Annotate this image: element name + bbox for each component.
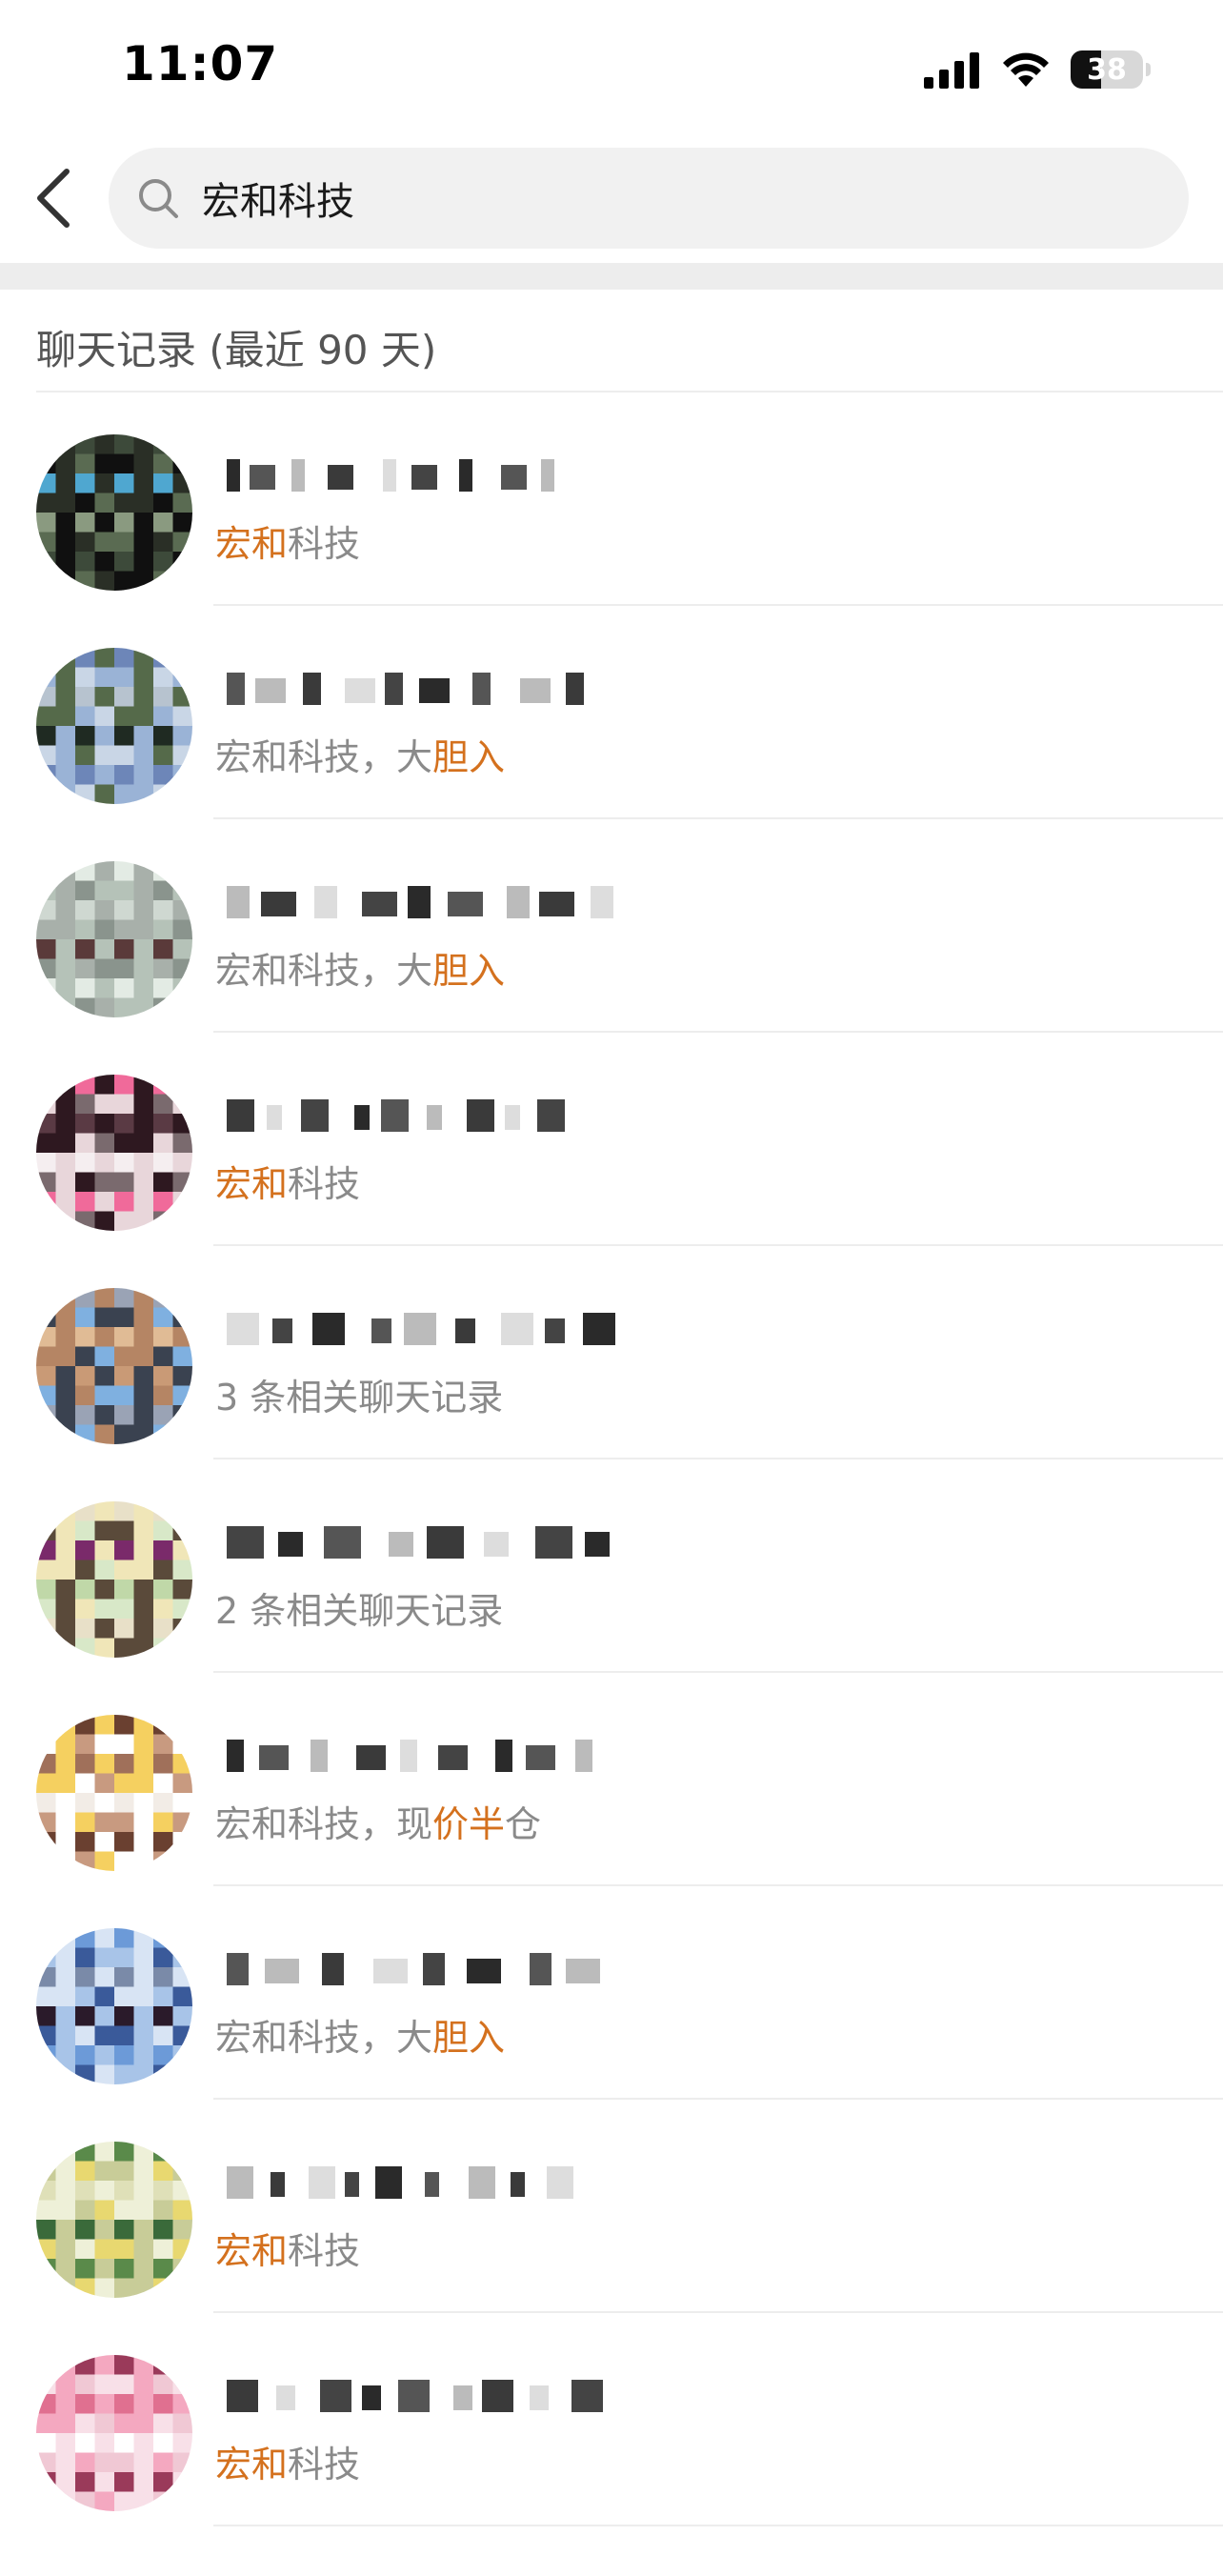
battery-icon: 38 [1071,50,1151,89]
avatar [36,1288,192,1444]
contact-name-redacted [227,886,613,918]
message-snippet: 宏和科技 [215,523,361,565]
message-snippet: 2 条相关聊天记录 [215,1590,504,1632]
section-title: 聊天记录 (最近 90 天) [36,327,437,373]
list-item[interactable]: 3 条相关聊天记录 [0,1246,1223,1459]
contact-name-redacted [227,459,554,492]
list-item[interactable]: 宏和科技 [0,1033,1223,1246]
search-query[interactable]: 宏和科技 [202,171,354,226]
list-item[interactable]: 宏和科技，大胆入 [0,1886,1223,2100]
list-item[interactable]: 宏和科技 [0,392,1223,606]
signal-icon [924,52,979,89]
status-bar: 11:07 38 [0,0,1223,133]
contact-name-redacted [227,1953,600,1985]
message-snippet: 宏和科技 [215,2230,361,2272]
list-item[interactable]: 宏和科技 [0,2100,1223,2313]
status-icons: 38 [924,46,1151,93]
avatar [36,648,192,804]
wifi-icon [1003,52,1049,87]
avatar [36,861,192,1017]
avatar [36,1501,192,1658]
message-snippet: 宏和科技 [215,1163,361,1205]
list-item[interactable]: 宏和科技，大胆入 [0,606,1223,819]
avatar [36,2355,192,2511]
avatar [36,2142,192,2298]
avatar [36,1715,192,1871]
list-item[interactable]: 宏和科技，大胆入 [0,819,1223,1033]
list-item[interactable]: 宏和科技 [0,2313,1223,2526]
list-item[interactable]: 2 条相关聊天记录 [0,1459,1223,1673]
contact-name-redacted [227,1313,615,1345]
avatar [36,434,192,591]
message-snippet: 宏和科技 [215,2444,361,2485]
message-snippet: 3 条相关聊天记录 [215,1377,504,1419]
back-button[interactable] [29,164,82,232]
search-input[interactable]: 宏和科技 [109,148,1189,249]
message-snippet: 宏和科技，大胆入 [215,2017,506,2059]
contact-name-redacted [227,1526,610,1559]
search-icon [139,179,178,218]
contact-name-redacted [227,2380,603,2412]
message-snippet: 宏和科技，现价半仓 [215,1803,542,1845]
avatar [36,1928,192,2084]
contact-name-redacted [227,1740,592,1772]
result-list: 宏和科技 宏和科技，大胆入 宏和科技，大胆入 宏和科技 3 条相关聊天记录 2 条相关聊天… [0,392,1223,2526]
message-snippet: 宏和科技，大胆入 [215,736,506,778]
status-time: 11:07 [122,36,279,91]
battery-level: 38 [1087,52,1127,87]
avatar [36,1075,192,1231]
contact-name-redacted [227,2166,573,2199]
contact-name-redacted [227,1099,565,1132]
divider [0,263,1223,290]
list-item[interactable]: 宏和科技，现价半仓 [0,1673,1223,1886]
contact-name-redacted [227,673,584,705]
message-snippet: 宏和科技，大胆入 [215,950,506,992]
chevron-left-icon [37,169,70,228]
